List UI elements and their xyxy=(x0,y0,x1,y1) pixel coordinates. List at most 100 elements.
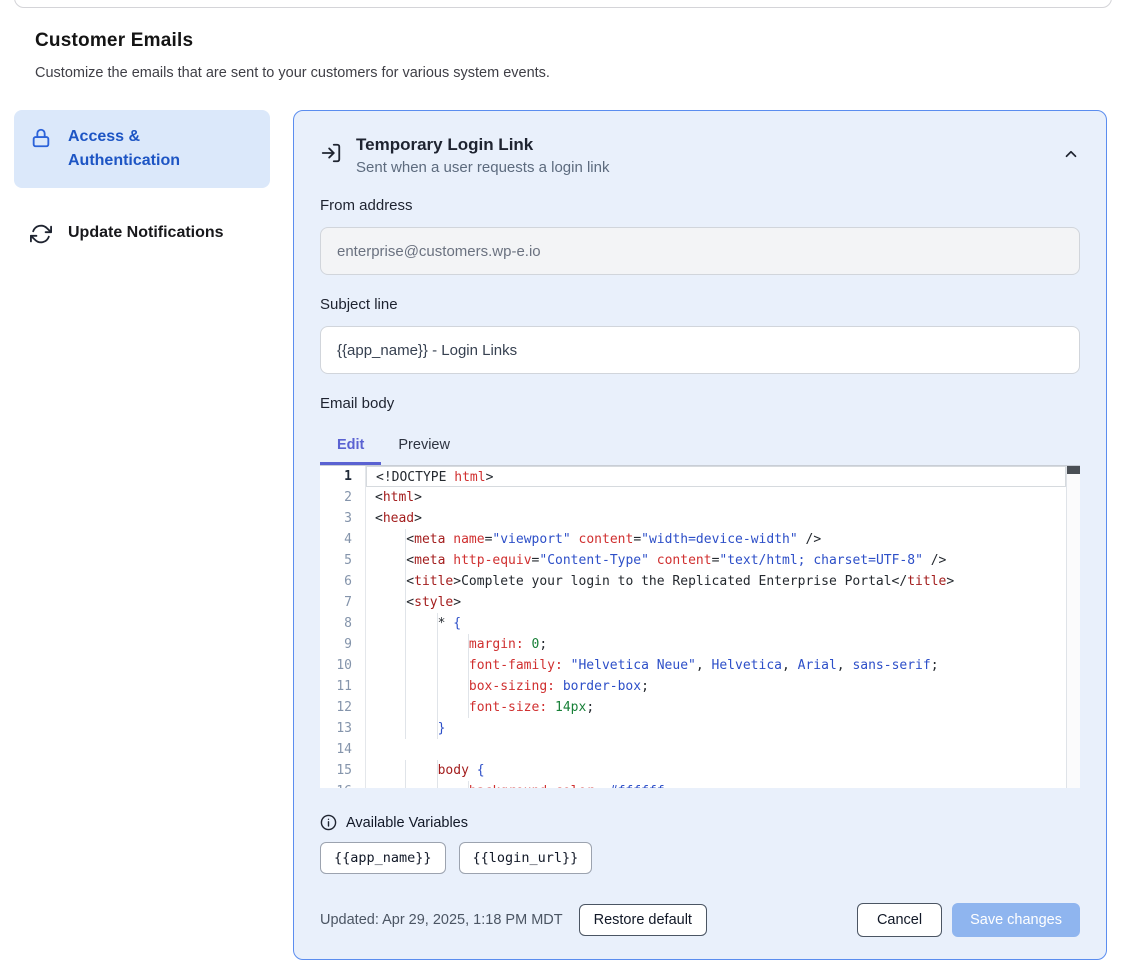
line-number: 8 xyxy=(320,613,366,634)
code-line-content: <meta name="viewport" content="width=dev… xyxy=(366,529,1080,550)
page-title: Customer Emails xyxy=(35,30,1035,52)
tab-preview[interactable]: Preview xyxy=(381,427,467,465)
line-number: 7 xyxy=(320,592,366,613)
sidebar-item-label: Access & Authentication xyxy=(68,125,254,173)
indent-guide xyxy=(375,718,406,739)
indent-guide xyxy=(438,655,469,676)
tab-edit[interactable]: Edit xyxy=(320,427,381,465)
card-footer: Updated: Apr 29, 2025, 1:18 PM MDT Resto… xyxy=(320,903,1080,937)
lock-icon xyxy=(30,127,52,149)
restore-default-button[interactable]: Restore default xyxy=(579,904,707,936)
from-address-input[interactable] xyxy=(320,227,1080,275)
card-subtitle: Sent when a user requests a login link xyxy=(356,159,1062,176)
code-line-content: <html> xyxy=(366,487,1080,508)
indent-guide xyxy=(406,676,437,697)
code-editor[interactable]: 1<!DOCTYPE html>2<html>3<head>4<meta nam… xyxy=(320,465,1080,788)
line-number: 5 xyxy=(320,550,366,571)
subject-line-input[interactable] xyxy=(320,326,1080,374)
line-number: 6 xyxy=(320,571,366,592)
code-line: 4<meta name="viewport" content="width=de… xyxy=(320,529,1080,550)
indent-guide xyxy=(406,613,437,634)
indent-guide xyxy=(375,592,406,613)
code-line-content: font-family: "Helvetica Neue", Helvetica… xyxy=(366,655,1080,676)
code-line: 14 xyxy=(320,739,1080,760)
indent-guide xyxy=(375,571,406,592)
available-variables-header: Available Variables xyxy=(320,814,1080,831)
updated-timestamp: Updated: Apr 29, 2025, 1:18 PM MDT xyxy=(320,912,563,928)
sidebar-item-label: Update Notifications xyxy=(68,221,224,245)
card-header-text: Temporary Login Link Sent when a user re… xyxy=(356,135,1062,176)
code-line: 16background-color: #ffffff; xyxy=(320,781,1080,788)
line-number: 1 xyxy=(320,466,366,487)
indent-guide xyxy=(375,550,406,571)
indent-guide xyxy=(438,697,469,718)
code-line-content: background-color: #ffffff; xyxy=(366,781,1080,788)
code-line-content: margin: 0; xyxy=(366,634,1080,655)
code-line: 12font-size: 14px; xyxy=(320,697,1080,718)
indent-guide xyxy=(406,655,437,676)
indent-guide xyxy=(375,655,406,676)
indent-guide xyxy=(438,676,469,697)
sidebar: Access & Authentication Update Notificat… xyxy=(14,110,270,260)
line-number: 16 xyxy=(320,781,366,788)
info-icon xyxy=(320,814,337,831)
editor-scrollbar-thumb[interactable] xyxy=(1067,466,1080,474)
indent-guide xyxy=(375,760,406,781)
indent-guide xyxy=(438,634,469,655)
line-number: 14 xyxy=(320,739,366,760)
code-line-content: <head> xyxy=(366,508,1080,529)
editor-scrollbar[interactable] xyxy=(1066,466,1080,788)
subject-line-label: Subject line xyxy=(320,296,1080,313)
login-icon xyxy=(320,142,342,164)
sidebar-item-update-notifications[interactable]: Update Notifications xyxy=(14,206,270,260)
indent-guide xyxy=(375,676,406,697)
code-line: 1<!DOCTYPE html> xyxy=(320,466,1080,487)
indent-guide xyxy=(406,697,437,718)
code-line: 15body { xyxy=(320,760,1080,781)
previous-card-clipped-edge xyxy=(14,0,1112,8)
code-line-content: box-sizing: border-box; xyxy=(366,676,1080,697)
cancel-button[interactable]: Cancel xyxy=(857,903,942,937)
line-number: 4 xyxy=(320,529,366,550)
line-number: 13 xyxy=(320,718,366,739)
page-subtitle: Customize the emails that are sent to yo… xyxy=(35,65,1035,81)
code-line-content: <meta http-equiv="Content-Type" content=… xyxy=(366,550,1080,571)
temporary-login-link-card: Temporary Login Link Sent when a user re… xyxy=(293,110,1107,960)
indent-guide xyxy=(406,760,437,781)
indent-guide xyxy=(375,781,406,788)
indent-guide xyxy=(406,718,437,739)
code-line: 9margin: 0; xyxy=(320,634,1080,655)
email-body-label: Email body xyxy=(320,395,1080,412)
code-line: 6<title>Complete your login to the Repli… xyxy=(320,571,1080,592)
from-address-label: From address xyxy=(320,197,1080,214)
code-line-content: <title>Complete your login to the Replic… xyxy=(366,571,1080,592)
code-line-content: body { xyxy=(366,760,1080,781)
code-line-content xyxy=(366,739,1080,760)
line-number: 9 xyxy=(320,634,366,655)
variable-chip-app-name[interactable]: {{app_name}} xyxy=(320,842,446,874)
page-header: Customer Emails Customize the emails tha… xyxy=(35,30,1035,81)
card-header: Temporary Login Link Sent when a user re… xyxy=(320,135,1080,176)
save-changes-button[interactable]: Save changes xyxy=(952,903,1080,937)
code-line: 7<style> xyxy=(320,592,1080,613)
indent-guide xyxy=(375,529,406,550)
code-line: 13} xyxy=(320,718,1080,739)
code-line: 8* { xyxy=(320,613,1080,634)
variable-chip-login-url[interactable]: {{login_url}} xyxy=(459,842,593,874)
line-number: 12 xyxy=(320,697,366,718)
line-number: 10 xyxy=(320,655,366,676)
card-title: Temporary Login Link xyxy=(356,135,1062,155)
main-layout: Access & Authentication Update Notificat… xyxy=(14,110,1107,960)
code-editor-lines: 1<!DOCTYPE html>2<html>3<head>4<meta nam… xyxy=(320,466,1080,788)
chevron-up-icon[interactable] xyxy=(1062,145,1080,163)
code-line: 2<html> xyxy=(320,487,1080,508)
code-line-content: font-size: 14px; xyxy=(366,697,1080,718)
indent-guide xyxy=(375,613,406,634)
indent-guide xyxy=(406,781,437,788)
code-line: 5<meta http-equiv="Content-Type" content… xyxy=(320,550,1080,571)
code-line-content: <!DOCTYPE html> xyxy=(366,466,1066,487)
indent-guide xyxy=(438,781,469,788)
refresh-icon xyxy=(30,223,52,245)
line-number: 15 xyxy=(320,760,366,781)
sidebar-item-access-authentication[interactable]: Access & Authentication xyxy=(14,110,270,188)
